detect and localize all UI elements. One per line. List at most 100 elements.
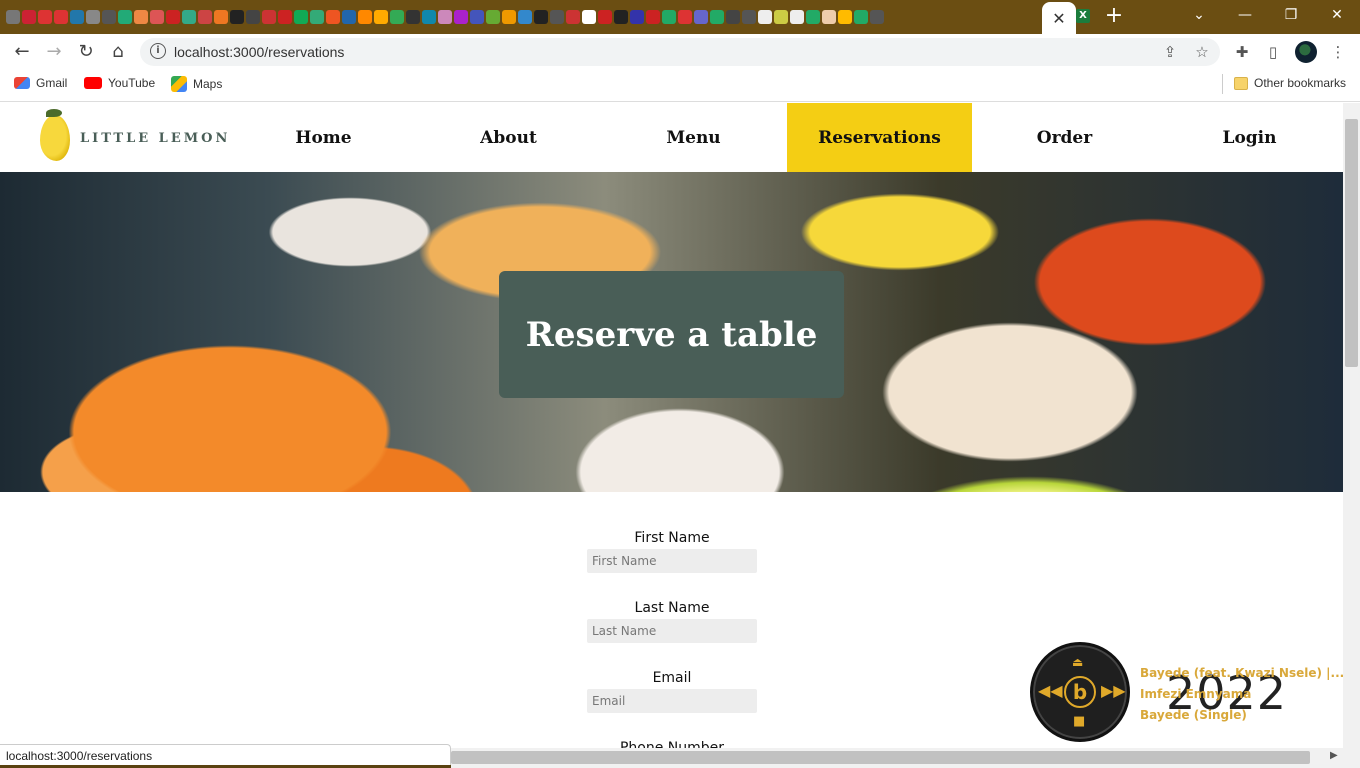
tab-favicon-icon[interactable] [790, 10, 804, 24]
new-tab-button[interactable]: + [1103, 4, 1125, 28]
tab-favicon-icon[interactable] [742, 10, 756, 24]
tab-favicon-icon[interactable] [630, 10, 644, 24]
bookmark-star-icon[interactable]: ☆ [1192, 42, 1212, 62]
active-tab[interactable]: ✕ [1042, 2, 1076, 34]
tab-favicon-icon[interactable] [598, 10, 612, 24]
tab-favicon-icon[interactable] [310, 10, 324, 24]
excel-tab-icon[interactable]: X [1076, 9, 1090, 23]
back-icon[interactable]: ← [10, 40, 34, 64]
home-icon[interactable]: ⌂ [106, 40, 130, 64]
tab-favicon-icon[interactable] [22, 10, 36, 24]
tab-favicon-icon[interactable] [518, 10, 532, 24]
tab-favicon-icon[interactable] [342, 10, 356, 24]
tab-favicon-icon[interactable] [70, 10, 84, 24]
bookmark-youtube[interactable]: YouTube [84, 76, 155, 90]
tab-favicon-icon[interactable] [6, 10, 20, 24]
restore-button[interactable]: ❐ [1268, 0, 1314, 30]
forward-icon[interactable]: → [42, 40, 66, 64]
track-artist: Imfezi Emnyama [1140, 687, 1252, 701]
tab-favicon-icon[interactable] [230, 10, 244, 24]
tab-favicon-icon[interactable] [326, 10, 340, 24]
horizontal-scroll-thumb[interactable] [451, 751, 1310, 764]
tab-favicon-icon[interactable] [198, 10, 212, 24]
tab-favicon-icon[interactable] [134, 10, 148, 24]
tab-favicon-icon[interactable] [678, 10, 692, 24]
close-window-button[interactable]: ✕ [1314, 0, 1360, 30]
tab-favicon-icon[interactable] [870, 10, 884, 24]
tab-favicon-icon[interactable] [38, 10, 52, 24]
tab-favicon-icon[interactable] [422, 10, 436, 24]
tab-close-icon[interactable]: ✕ [1052, 9, 1065, 28]
tab-favicon-icon[interactable] [758, 10, 772, 24]
tab-favicon-icon[interactable] [438, 10, 452, 24]
tab-favicon-icon[interactable] [118, 10, 132, 24]
site-logo[interactable]: LITTLE LEMON [40, 109, 230, 161]
tab-favicon-icon[interactable] [294, 10, 308, 24]
tab-favicon-icon[interactable] [54, 10, 68, 24]
tab-favicon-icon[interactable] [774, 10, 788, 24]
reload-icon[interactable]: ↻ [74, 40, 98, 64]
tab-favicon-icon[interactable] [502, 10, 516, 24]
nav-about[interactable]: About [416, 103, 601, 172]
tab-favicon-icon[interactable] [838, 10, 852, 24]
bookmark-gmail[interactable]: Gmail [14, 76, 67, 90]
tab-favicon-icon[interactable] [854, 10, 868, 24]
tab-favicon-icon[interactable] [246, 10, 260, 24]
tab-favicon-icon[interactable] [214, 10, 228, 24]
profile-avatar[interactable] [1295, 41, 1317, 63]
scroll-right-icon[interactable]: ▶ [1330, 750, 1338, 761]
tab-favicon-icon[interactable] [550, 10, 564, 24]
vertical-scroll-thumb[interactable] [1345, 119, 1358, 367]
email-label: Email [652, 670, 692, 686]
tab-favicon-icon[interactable] [358, 10, 372, 24]
site-info-icon[interactable]: i [150, 43, 166, 59]
tab-favicon-icon[interactable] [694, 10, 708, 24]
eject-icon[interactable]: ⏏ [1072, 654, 1083, 670]
nav-menu[interactable]: Menu [601, 103, 786, 172]
tab-favicon-icon[interactable] [710, 10, 724, 24]
tab-favicon-icon[interactable] [806, 10, 820, 24]
share-icon[interactable]: ⇪ [1160, 42, 1180, 62]
tab-favicon-icon[interactable] [614, 10, 628, 24]
tab-favicon-icon[interactable] [86, 10, 100, 24]
tab-favicon-icon[interactable] [454, 10, 468, 24]
tab-favicon-icon[interactable] [374, 10, 388, 24]
tab-favicon-icon[interactable] [662, 10, 676, 24]
tab-favicon-icon[interactable] [566, 10, 580, 24]
tab-search-button[interactable]: ⌄ [1176, 0, 1222, 30]
media-logo-button[interactable]: b [1064, 676, 1096, 708]
side-panel-icon[interactable]: ▯ [1263, 42, 1283, 62]
nav-home[interactable]: Home [231, 103, 416, 172]
tab-favicon-icon[interactable] [534, 10, 548, 24]
other-bookmarks-folder[interactable]: Other bookmarks [1234, 76, 1346, 90]
tab-favicon-icon[interactable] [150, 10, 164, 24]
tab-favicon-icon[interactable] [278, 10, 292, 24]
tab-favicon-icon[interactable] [582, 10, 596, 24]
tab-favicon-icon[interactable] [486, 10, 500, 24]
tab-favicon-icon[interactable] [822, 10, 836, 24]
next-track-icon[interactable]: ▶▶ [1101, 683, 1126, 699]
minimize-button[interactable]: — [1222, 0, 1268, 30]
first-name-input[interactable] [587, 549, 757, 573]
tab-favicon-icon[interactable] [470, 10, 484, 24]
tab-favicon-icon[interactable] [262, 10, 276, 24]
menu-kebab-icon[interactable]: ⋮ [1328, 42, 1348, 62]
tab-favicon-icon[interactable] [166, 10, 180, 24]
last-name-input[interactable] [587, 619, 757, 643]
tab-favicon-icon[interactable] [406, 10, 420, 24]
tab-favicon-icon[interactable] [726, 10, 740, 24]
nav-order[interactable]: Order [972, 103, 1157, 172]
url-text[interactable]: localhost:3000/reservations [174, 44, 344, 60]
tab-favicon-icon[interactable] [646, 10, 660, 24]
folder-icon [1234, 76, 1248, 90]
extensions-icon[interactable]: ✚ [1232, 42, 1252, 62]
tab-favicon-icon[interactable] [102, 10, 116, 24]
previous-track-icon[interactable]: ◀◀ [1038, 683, 1063, 699]
nav-login[interactable]: Login [1157, 103, 1342, 172]
email-input[interactable] [587, 689, 757, 713]
tab-favicon-icon[interactable] [390, 10, 404, 24]
tab-favicon-icon[interactable] [182, 10, 196, 24]
bookmark-maps[interactable]: Maps [171, 76, 222, 92]
nav-reservations[interactable]: Reservations [787, 103, 972, 172]
stop-icon[interactable]: ■ [1073, 714, 1085, 730]
